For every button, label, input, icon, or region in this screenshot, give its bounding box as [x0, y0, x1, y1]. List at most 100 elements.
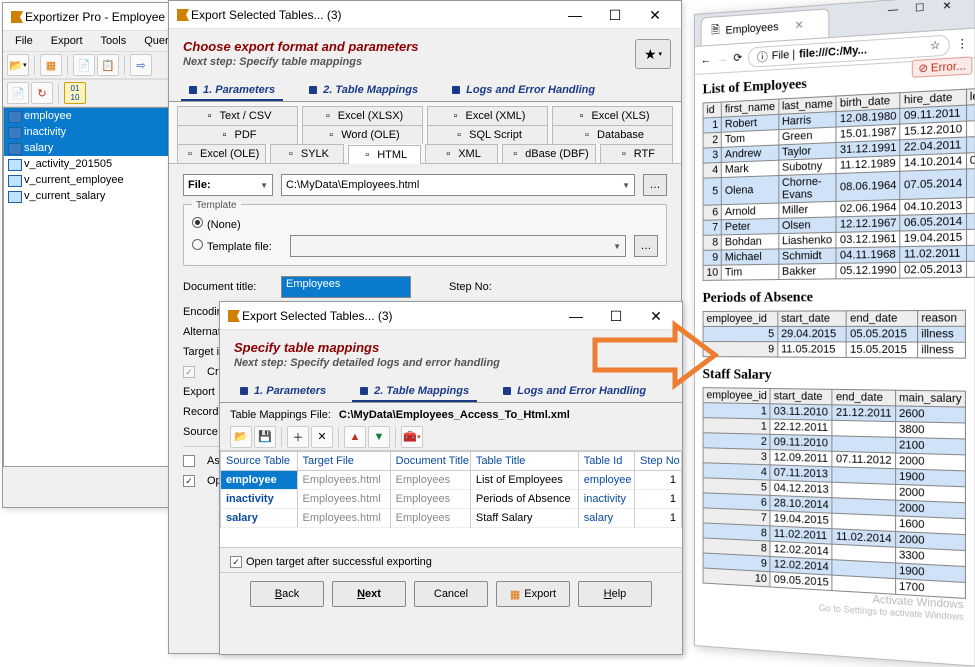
dlg2-title: Export Selected Tables... (3): [242, 309, 556, 323]
step-logs[interactable]: Logs and Error Handling: [444, 81, 603, 101]
grid-header[interactable]: Source Table: [221, 452, 298, 471]
delete-row-button[interactable]: ✕: [311, 426, 333, 448]
grid-header[interactable]: Target File: [298, 452, 391, 471]
format-tab[interactable]: ▫RTF: [600, 144, 673, 163]
file-target-combo[interactable]: File:▼: [183, 174, 273, 196]
move-up-button[interactable]: ▲: [344, 426, 366, 448]
export-button[interactable]: ⇨: [130, 54, 152, 76]
format-tabs: ▫Text / CSV▫Excel (XLSX)▫Excel (XML)▫Exc…: [169, 102, 681, 163]
format-tab[interactable]: ▫Excel (XLS): [552, 106, 673, 125]
binary-button[interactable]: 0110: [64, 82, 86, 104]
table-row[interactable]: inactivityEmployees.htmlEmployeesPeriods…: [220, 490, 682, 509]
favorites-button[interactable]: ★▾: [635, 39, 671, 69]
forward-icon[interactable]: →: [717, 52, 728, 65]
back-button[interactable]: Back: [250, 581, 324, 607]
step-tabs: 1. Parameters 2. Table Mappings Logs and…: [169, 78, 681, 102]
minimize-button[interactable]: —: [888, 3, 913, 24]
step-parameters[interactable]: 1. Parameters: [181, 81, 283, 101]
grid-header[interactable]: Document Title: [391, 452, 471, 471]
save-mappings-button[interactable]: 💾: [254, 426, 276, 448]
export-button[interactable]: ▦Export: [496, 581, 570, 607]
main-menubar: File Export Tools Query: [3, 31, 173, 51]
open-after-checkbox[interactable]: Open target after successful exporting: [230, 556, 432, 568]
main-titlebar: Exportizer Pro - Employee: [3, 3, 173, 31]
tree-item-v_current_employee[interactable]: v_current_employee: [4, 172, 172, 188]
step-table-mappings[interactable]: 2. Table Mappings: [301, 81, 426, 101]
dlg1-titlebar: Export Selected Tables... (3) — ☐ ✕: [169, 1, 681, 29]
grid-header[interactable]: Table Id: [579, 452, 635, 471]
template-group-label: Template: [192, 200, 241, 211]
format-tab[interactable]: ▫Database: [552, 125, 673, 144]
tree-item-v_activity_201505[interactable]: v_activity_201505: [4, 156, 172, 172]
reload-icon[interactable]: ⟳: [733, 51, 742, 65]
paste-button[interactable]: 📋: [97, 54, 119, 76]
error-badge[interactable]: ⊘ Error...: [912, 56, 972, 77]
grid-view-button[interactable]: ▦: [40, 54, 62, 76]
table-row[interactable]: salaryEmployees.htmlEmployeesStaff Salar…: [220, 509, 682, 528]
menu-icon[interactable]: ⋮: [956, 36, 968, 51]
minimize-button[interactable]: —: [555, 3, 595, 27]
file-path-combo[interactable]: C:\MyData\Employees.html▼: [281, 174, 635, 196]
tree-item-salary[interactable]: salary: [4, 140, 172, 156]
add-row-button[interactable]: ＋: [287, 426, 309, 448]
help-button[interactable]: Help: [578, 581, 652, 607]
next-button[interactable]: Next: [332, 581, 406, 607]
close-button[interactable]: ✕: [942, 0, 968, 20]
format-tab[interactable]: ▫HTML: [348, 145, 421, 164]
grid-header[interactable]: Table Title: [471, 452, 579, 471]
maximize-button[interactable]: ☐: [915, 1, 940, 22]
format-tab[interactable]: ▫SYLK: [270, 144, 343, 163]
wizard-heading: Choose export format and parameters: [183, 39, 667, 54]
tree-item-v_current_salary[interactable]: v_current_salary: [4, 188, 172, 204]
menu-file[interactable]: File: [7, 33, 41, 49]
main-toolbar-1: 📂▾ ▦ 📄 📋 ⇨: [3, 51, 173, 79]
move-down-button[interactable]: ▼: [368, 426, 390, 448]
toolbox-button[interactable]: 🧰▾: [401, 426, 423, 448]
copy-button[interactable]: 📄: [73, 54, 95, 76]
format-tab[interactable]: ▫Word (OLE): [302, 125, 423, 144]
object-tree[interactable]: employeeinactivitysalaryv_activity_20150…: [3, 107, 173, 467]
app-icon: [9, 9, 25, 25]
sal-title: Staff Salary: [703, 367, 966, 386]
format-tab[interactable]: ▫Text / CSV: [177, 106, 298, 125]
separator: [34, 55, 35, 75]
template-file-combo[interactable]: ▼: [290, 235, 626, 257]
tree-item-inactivity[interactable]: inactivity: [4, 124, 172, 140]
back-icon[interactable]: ←: [701, 53, 712, 66]
open-button[interactable]: 📂▾: [7, 54, 29, 76]
refresh-button[interactable]: ↻: [31, 82, 53, 104]
tree-item-employee[interactable]: employee: [4, 108, 172, 124]
close-button[interactable]: ✕: [635, 3, 675, 27]
mappings-grid[interactable]: Source TableTarget FileDocument TitleTab…: [220, 451, 682, 547]
copy2-button[interactable]: 📄: [7, 82, 29, 104]
browse-button[interactable]: …: [643, 174, 667, 196]
step-parameters[interactable]: 1. Parameters: [232, 382, 334, 402]
format-tab[interactable]: ▫Excel (XML): [427, 106, 548, 125]
main-app-window: Exportizer Pro - Employee File Export To…: [2, 2, 174, 508]
doc-title-input[interactable]: Employees: [281, 276, 411, 298]
menu-tools[interactable]: Tools: [93, 33, 135, 49]
maximize-button[interactable]: ☐: [595, 3, 635, 27]
format-tab[interactable]: ▫Excel (OLE): [177, 144, 266, 163]
create-checkbox[interactable]: [183, 366, 195, 378]
format-tab[interactable]: ▫PDF: [177, 125, 298, 144]
format-tab[interactable]: ▫SQL Script: [427, 125, 548, 144]
template-file-radio[interactable]: Template file:: [192, 239, 282, 253]
open-mappings-button[interactable]: 📂: [230, 426, 252, 448]
grid-header[interactable]: Step No: [635, 452, 682, 471]
format-tab[interactable]: ▫XML: [425, 144, 498, 163]
app-icon: [226, 308, 242, 324]
open-checkbox[interactable]: [183, 475, 195, 487]
format-tab[interactable]: ▫dBase (DBF): [502, 144, 596, 163]
step-table-mappings[interactable]: 2. Table Mappings: [352, 382, 477, 402]
cancel-button[interactable]: Cancel: [414, 581, 488, 607]
template-browse-button[interactable]: …: [634, 235, 658, 257]
wizard-header: Choose export format and parameters Next…: [169, 29, 681, 78]
ask-checkbox[interactable]: [183, 455, 195, 467]
separator: [124, 55, 125, 75]
table-row[interactable]: employeeEmployees.htmlEmployeesList of E…: [220, 471, 682, 490]
format-tab[interactable]: ▫Excel (XLSX): [302, 106, 423, 125]
template-none-radio[interactable]: (None): [192, 219, 241, 231]
abs-title: Periods of Absence: [703, 289, 966, 307]
menu-export[interactable]: Export: [43, 33, 91, 49]
